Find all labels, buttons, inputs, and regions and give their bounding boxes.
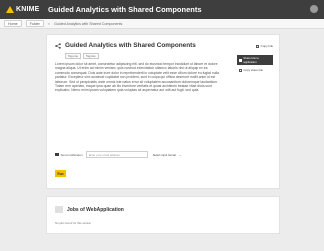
jobs-empty-message: No jobs found for this version xyxy=(55,221,92,225)
share-icon xyxy=(239,58,242,62)
jobs-icon xyxy=(55,206,63,213)
jobs-title: Jobs of WebApplication xyxy=(67,206,124,213)
breadcrumb-home[interactable]: Home xyxy=(4,20,22,27)
notification-checkbox[interactable] xyxy=(55,152,59,157)
email-input[interactable]: Enter your email address xyxy=(85,151,148,158)
knime-logo[interactable]: KNIME xyxy=(6,6,39,13)
jobs-header: Jobs of WebApplication xyxy=(55,206,124,213)
logo-text: KNIME xyxy=(16,6,40,13)
copy-icon xyxy=(239,68,242,72)
tag[interactable]: Tag one xyxy=(65,53,81,59)
notification-label: Send notification xyxy=(60,152,83,157)
description: Lorem ipsum dolor sit amet, consectetur … xyxy=(55,62,219,93)
link-icon xyxy=(256,44,260,48)
share-link-button[interactable]: Share link to application xyxy=(237,55,273,65)
breadcrumb-folder[interactable]: Folder xyxy=(25,20,44,27)
application-card: Guided Analytics with Shared Components … xyxy=(46,34,280,189)
run-button[interactable]: Run xyxy=(55,170,66,177)
tag[interactable]: Tag two xyxy=(82,53,99,59)
input-format-select[interactable]: Select input format ⌄ xyxy=(153,153,182,157)
jobs-panel: Jobs of WebApplication No jobs found for… xyxy=(46,196,280,234)
breadcrumb-current: Guided Analytics with Shared Components xyxy=(54,21,123,26)
chevron-down-icon: ⌄ xyxy=(179,152,182,157)
share-icon xyxy=(55,42,61,49)
top-bar: KNIME Guided Analytics with Shared Compo… xyxy=(0,0,324,19)
user-avatar-icon[interactable] xyxy=(310,5,318,13)
header-title: Guided Analytics with Shared Components xyxy=(48,5,202,14)
copy-link-button[interactable]: Copy link xyxy=(237,44,273,48)
title-row: Guided Analytics with Shared Components xyxy=(55,42,196,49)
side-actions: Copy link Share link to application Copy… xyxy=(237,44,273,73)
copy-share-link-button[interactable]: Copy share link xyxy=(237,67,273,73)
run-options: Send notification Enter your email addre… xyxy=(55,151,182,158)
tag-list: Tag one Tag two xyxy=(65,53,101,59)
page-title: Guided Analytics with Shared Components xyxy=(65,42,196,49)
logo-triangle-icon xyxy=(6,6,14,13)
breadcrumb: Home Folder < Guided Analytics with Shar… xyxy=(0,19,324,29)
breadcrumb-separator-icon: < xyxy=(47,21,51,26)
